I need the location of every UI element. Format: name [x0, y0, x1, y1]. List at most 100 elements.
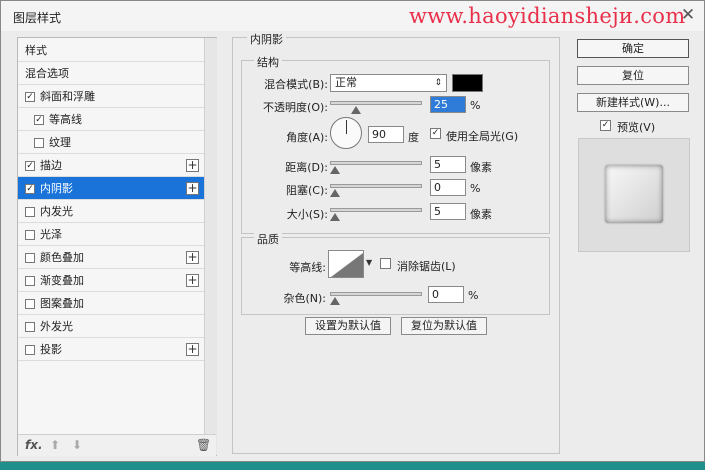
- structure-title: 结构: [254, 54, 282, 70]
- angle-label: 角度(A):: [286, 131, 328, 144]
- distance-slider-thumb[interactable]: [330, 166, 340, 174]
- choke-slider-thumb[interactable]: [330, 189, 340, 197]
- distance-unit: 像素: [470, 161, 492, 174]
- sidebar-item[interactable]: 样式: [18, 39, 204, 62]
- trash-icon[interactable]: 🗑: [196, 438, 211, 452]
- sidebar-item-checkbox[interactable]: ✓: [25, 184, 35, 194]
- sidebar-item[interactable]: 光泽: [18, 223, 204, 246]
- sidebar-item-label: 样式: [25, 44, 47, 57]
- sidebar-item-label: 混合选项: [25, 67, 69, 80]
- reset-button[interactable]: 复位: [577, 66, 689, 85]
- add-effect-icon[interactable]: +: [186, 251, 199, 264]
- noise-slider[interactable]: [330, 292, 422, 296]
- sidebar-item-label: 内阴影: [40, 182, 73, 195]
- noise-unit: %: [468, 289, 479, 302]
- structure-group: 结构 混合模式(B): 正常 ⇕ 不透明度(O): 25 % 角度(A): 90…: [241, 54, 550, 234]
- title-bar: 图层样式 www.haoyidianshejи.com ✕: [1, 1, 704, 31]
- distance-input[interactable]: 5: [430, 156, 466, 173]
- distance-slider[interactable]: [330, 161, 422, 165]
- add-effect-icon[interactable]: +: [186, 274, 199, 287]
- preview-checkbox[interactable]: ✓: [600, 120, 611, 131]
- opacity-input[interactable]: 25: [430, 96, 466, 113]
- noise-label: 杂色(N):: [283, 292, 326, 305]
- contour-dropdown-icon[interactable]: ▼: [366, 258, 372, 267]
- opacity-label: 不透明度(O):: [263, 101, 328, 114]
- sidebar-item[interactable]: 投影 +: [18, 338, 204, 361]
- shadow-color-swatch[interactable]: [452, 74, 483, 92]
- sidebar-item-checkbox[interactable]: [25, 299, 35, 309]
- inner-shadow-panel: 内阴影 结构 混合模式(B): 正常 ⇕ 不透明度(O): 25 % 角度(A)…: [232, 31, 560, 454]
- sidebar-item[interactable]: 混合选项: [18, 62, 204, 85]
- size-input[interactable]: 5: [430, 203, 466, 220]
- sidebar-item-label: 渐变叠加: [40, 274, 84, 287]
- sidebar-item-label: 描边: [40, 159, 62, 172]
- sidebar-item[interactable]: 纹理: [18, 131, 204, 154]
- opacity-slider-thumb[interactable]: [351, 106, 361, 114]
- sidebar-item-checkbox[interactable]: [25, 345, 35, 355]
- sidebar-item[interactable]: ✓ 内阴影 +: [18, 177, 204, 200]
- sidebar-item-checkbox[interactable]: [34, 138, 44, 148]
- sidebar-item-checkbox[interactable]: [25, 322, 35, 332]
- noise-input[interactable]: 0: [428, 286, 464, 303]
- sidebar-item[interactable]: ✓ 描边 +: [18, 154, 204, 177]
- antialias-checkbox[interactable]: [380, 258, 391, 269]
- size-slider[interactable]: [330, 208, 422, 212]
- global-light-checkbox[interactable]: ✓: [430, 128, 441, 139]
- move-down-icon[interactable]: ⬇: [72, 438, 82, 452]
- fx-icon[interactable]: fx.: [25, 438, 43, 452]
- global-light-label: 使用全局光(G): [446, 130, 519, 143]
- window-title: 图层样式: [13, 11, 62, 25]
- contour-label: 等高线:: [289, 261, 326, 274]
- noise-slider-thumb[interactable]: [330, 297, 340, 305]
- size-unit: 像素: [470, 208, 492, 221]
- antialias-label: 消除锯齿(L): [397, 260, 456, 273]
- sidebar-footer: fx. ⬆ ⬇ 🗑: [18, 434, 216, 456]
- sidebar-scrollbar[interactable]: [204, 38, 217, 455]
- opacity-unit: %: [470, 99, 481, 112]
- set-default-button[interactable]: 设置为默认值: [305, 317, 391, 335]
- angle-dial[interactable]: [330, 117, 362, 149]
- choke-unit: %: [470, 182, 481, 195]
- contour-preview[interactable]: [328, 250, 364, 278]
- sidebar-item-label: 颜色叠加: [40, 251, 84, 264]
- sidebar-item[interactable]: 颜色叠加 +: [18, 246, 204, 269]
- reset-default-button[interactable]: 复位为默认值: [401, 317, 487, 335]
- sidebar-item-checkbox[interactable]: [25, 207, 35, 217]
- sidebar-item-label: 内发光: [40, 205, 73, 218]
- sidebar-item[interactable]: 渐变叠加 +: [18, 269, 204, 292]
- angle-input[interactable]: 90: [368, 126, 404, 143]
- sidebar-item-label: 等高线: [49, 113, 82, 126]
- size-slider-thumb[interactable]: [330, 213, 340, 221]
- choke-slider[interactable]: [330, 184, 422, 188]
- add-effect-icon[interactable]: +: [186, 159, 199, 172]
- angle-needle: [346, 120, 347, 134]
- sidebar-item-checkbox[interactable]: [25, 230, 35, 240]
- sidebar-item[interactable]: 外发光: [18, 315, 204, 338]
- move-up-icon[interactable]: ⬆: [50, 438, 60, 452]
- blend-mode-value: 正常: [335, 76, 357, 89]
- style-preview: [578, 138, 690, 252]
- sidebar-item-checkbox[interactable]: ✓: [25, 161, 35, 171]
- close-icon[interactable]: ✕: [679, 6, 697, 24]
- styles-sidebar: 样式 混合选项 ✓ 斜面和浮雕 ✓ 等高线 纹理 ✓ 描边 + ✓ 内阴影 + 内发光 光泽 颜色叠加 + 渐变叠…: [17, 37, 217, 456]
- quality-group: 品质 等高线: ▼ 消除锯齿(L) 杂色(N): 0 %: [241, 231, 550, 315]
- sidebar-item-checkbox[interactable]: ✓: [34, 115, 44, 125]
- sidebar-item-label: 外发光: [40, 320, 73, 333]
- ok-button[interactable]: 确定: [577, 39, 689, 58]
- sidebar-item-checkbox[interactable]: [25, 253, 35, 263]
- sidebar-item[interactable]: ✓ 等高线: [18, 108, 204, 131]
- blend-mode-select[interactable]: 正常 ⇕: [330, 74, 447, 92]
- sidebar-item[interactable]: 图案叠加: [18, 292, 204, 315]
- size-label: 大小(S):: [286, 208, 328, 221]
- angle-unit: 度: [408, 131, 419, 144]
- sidebar-item[interactable]: 内发光: [18, 200, 204, 223]
- new-style-button[interactable]: 新建样式(W)...: [577, 93, 689, 112]
- sidebar-item-checkbox[interactable]: [25, 276, 35, 286]
- sidebar-item-checkbox[interactable]: ✓: [25, 92, 35, 102]
- sidebar-item-label: 投影: [40, 343, 62, 356]
- add-effect-icon[interactable]: +: [186, 182, 199, 195]
- sidebar-item[interactable]: ✓ 斜面和浮雕: [18, 85, 204, 108]
- opacity-slider[interactable]: [330, 101, 422, 105]
- choke-input[interactable]: 0: [430, 179, 466, 196]
- add-effect-icon[interactable]: +: [186, 343, 199, 356]
